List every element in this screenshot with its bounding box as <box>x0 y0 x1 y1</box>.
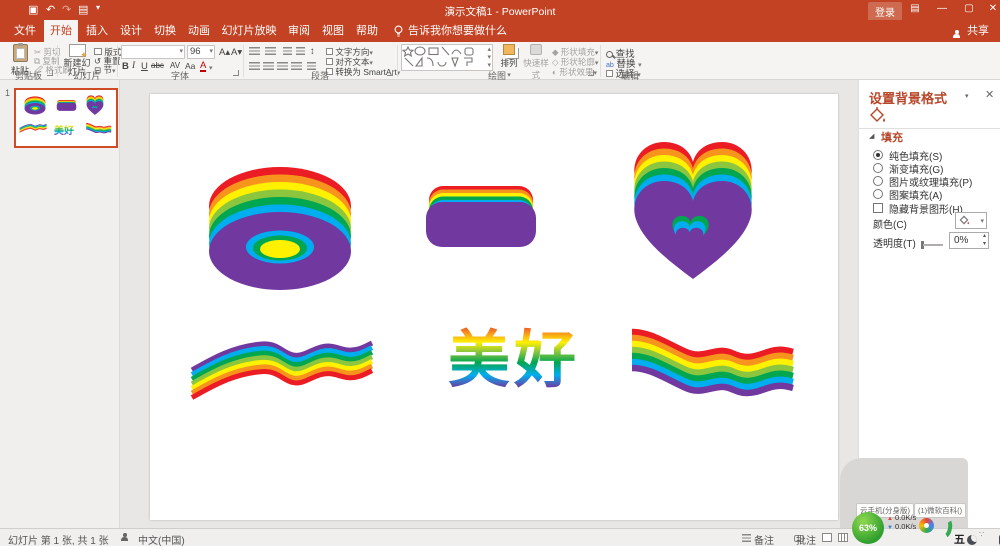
panel-menu-icon[interactable]: ▾ <box>965 92 969 100</box>
tab-slideshow[interactable]: 幻灯片放映 <box>218 20 280 42</box>
gallery-more-icon[interactable]: ▾ <box>487 61 491 69</box>
minimize-icon[interactable]: — <box>932 3 952 14</box>
tab-animations[interactable]: 动画 <box>184 20 214 42</box>
overlay-chip-2[interactable]: (1)微软百科() <box>914 503 966 518</box>
title-bar: ▣ ↶ ↷ ▤ ▾ 演示文稿1 - PowerPoint 登录 ▤ — ▢ ✕ <box>0 0 1000 20</box>
thumb-heart <box>86 95 104 116</box>
tab-transitions[interactable]: 切换 <box>150 20 180 42</box>
rainbow-wave-shape-2[interactable] <box>618 318 798 418</box>
increase-indent-icon[interactable] <box>296 47 305 56</box>
thumb-wave-1 <box>19 122 49 136</box>
accessibility-icon[interactable] <box>120 533 129 542</box>
tab-home[interactable]: 开始 <box>44 20 78 42</box>
paste-icon <box>13 44 28 62</box>
slide-number: 1 <box>5 88 10 98</box>
hide-background-label[interactable]: 隐藏背景图形(H) <box>889 201 963 216</box>
slide-1-thumbnail[interactable]: 美好 <box>14 88 118 148</box>
spin-up-icon[interactable]: ▴ <box>983 232 986 239</box>
new-slide-icon <box>69 44 86 57</box>
rainbow-donut-shape[interactable] <box>205 165 355 293</box>
quick-styles-icon <box>530 44 542 55</box>
tab-insert[interactable]: 插入 <box>82 20 112 42</box>
tab-file[interactable]: 文件 <box>8 20 42 42</box>
font-dialog-launcher[interactable] <box>233 70 239 76</box>
tellme-box[interactable]: 告诉我你想要做什么 <box>408 20 518 42</box>
moon-tray-icon[interactable] <box>967 535 977 545</box>
thumb-donut <box>24 96 46 115</box>
tab-design[interactable]: 设计 <box>116 20 146 42</box>
numbering-icon[interactable] <box>265 47 276 56</box>
drawing-dialog-launcher[interactable] <box>588 70 594 76</box>
font-name-input[interactable]: ▾ <box>121 45 185 59</box>
slide-sorter-view-icon[interactable] <box>838 533 848 542</box>
upload-speed: ▲ 0.0K/s <box>887 513 916 522</box>
transparency-slider-track[interactable] <box>923 244 943 246</box>
transparency-spinner[interactable]: 0% ▴ ▾ <box>949 232 989 249</box>
close-icon[interactable]: ✕ <box>983 3 1000 14</box>
ribbon-display-options-icon[interactable]: ▤ <box>905 3 925 14</box>
gallery-scroll-up-icon[interactable]: ▴ <box>487 45 491 53</box>
tab-review[interactable]: 审阅 <box>284 20 314 42</box>
thumb-rounded-rect <box>56 100 77 111</box>
sign-in-button[interactable]: 登录 <box>868 2 902 21</box>
ribbon-tab-row: 文件 开始 插入 设计 切换 动画 幻灯片放映 审阅 视图 帮助 告诉我你想要做… <box>0 20 1000 42</box>
spin-down-icon[interactable]: ▾ <box>983 240 986 247</box>
line-spacing-icon[interactable]: ↕ <box>310 46 315 57</box>
wordart-text[interactable]: 美好 <box>424 322 604 400</box>
download-speed: ▼ 0.0K/s <box>887 522 916 531</box>
notes-icon <box>742 534 751 542</box>
tab-view[interactable]: 视图 <box>318 20 348 42</box>
paragraph-dialog-launcher[interactable] <box>387 70 393 76</box>
bullets-icon[interactable] <box>249 47 260 56</box>
tellme-bulb-icon <box>393 25 404 38</box>
share-button[interactable]: 共享 <box>963 20 993 42</box>
panel-title: 设置背景格式 <box>869 88 947 107</box>
powerpoint-window: ▣ ↶ ↷ ▤ ▾ 演示文稿1 - PowerPoint 登录 ▤ — ▢ ✕ … <box>0 0 1000 546</box>
notes-button[interactable]: 备注 <box>754 532 774 546</box>
decrease-indent-icon[interactable] <box>283 47 292 56</box>
slide-thumbnail-pane: 1 美好 <box>0 80 120 528</box>
gradient-fill-radio[interactable] <box>873 163 883 173</box>
tray-dots-icon[interactable]: ∵ <box>979 530 984 539</box>
fill-expand-icon[interactable]: ◢ <box>869 132 874 140</box>
arrange-icon <box>503 44 515 55</box>
color-picker-button[interactable]: ▾ <box>955 212 987 229</box>
panel-close-icon[interactable]: ✕ <box>985 88 994 101</box>
shrink-font-button[interactable]: A▾ <box>231 47 242 58</box>
comments-button[interactable]: 批注 <box>796 532 816 546</box>
thumb-wordart: 美好 <box>54 122 74 137</box>
color-dropdown-icon: ▾ <box>980 217 984 225</box>
rainbow-wave-shape-1[interactable] <box>188 330 388 420</box>
normal-view-icon[interactable] <box>822 533 832 542</box>
rainbow-heart-shape[interactable] <box>630 139 756 287</box>
window-title: 演示文稿1 - PowerPoint <box>0 4 1000 19</box>
transparency-label: 透明度(T) <box>873 235 916 250</box>
status-bar: 幻灯片 第 1 张, 共 1 张 中文(中国) 备注 批注 <box>0 528 1000 546</box>
rainbow-rounded-rect-shape[interactable] <box>424 186 538 248</box>
thumb-wave-2 <box>84 121 112 137</box>
speed-ball[interactable]: 63% <box>852 512 884 544</box>
ime-indicator[interactable]: 五 <box>954 531 965 546</box>
grow-font-button[interactable]: A▴ <box>219 47 230 58</box>
fill-section-heading: 填充 <box>881 129 903 145</box>
fill-bucket-icon[interactable] <box>867 106 887 124</box>
font-size-input[interactable]: 96▾ <box>187 45 215 59</box>
browser-ball-icon[interactable] <box>919 518 934 533</box>
slide-counter[interactable]: 幻灯片 第 1 张, 共 1 张 <box>8 532 109 546</box>
maximize-icon[interactable]: ▢ <box>959 3 979 14</box>
pattern-fill-label[interactable]: 图案填充(A) <box>889 187 942 202</box>
language-indicator[interactable]: 中文(中国) <box>138 532 185 546</box>
ribbon: 粘贴 ▾ ✂ 剪切 ⧉ 复制 🖉 格式刷 剪贴板 新建幻灯片▾ 版式▾ ↺ 重置… <box>0 42 1000 80</box>
solid-fill-radio[interactable] <box>873 150 883 160</box>
tab-help[interactable]: 帮助 <box>352 20 382 42</box>
picture-fill-radio[interactable] <box>873 176 883 186</box>
color-label: 颜色(C) <box>873 216 907 231</box>
clipboard-dialog-launcher[interactable] <box>47 70 53 76</box>
pattern-fill-radio[interactable] <box>873 189 883 199</box>
hide-background-checkbox[interactable] <box>873 203 883 213</box>
share-person-icon <box>952 30 961 39</box>
transparency-value: 0% <box>954 235 968 246</box>
shapes-gallery[interactable]: ▴ ▾ ▾ <box>401 44 493 71</box>
gallery-scroll-down-icon[interactable]: ▾ <box>487 53 491 61</box>
